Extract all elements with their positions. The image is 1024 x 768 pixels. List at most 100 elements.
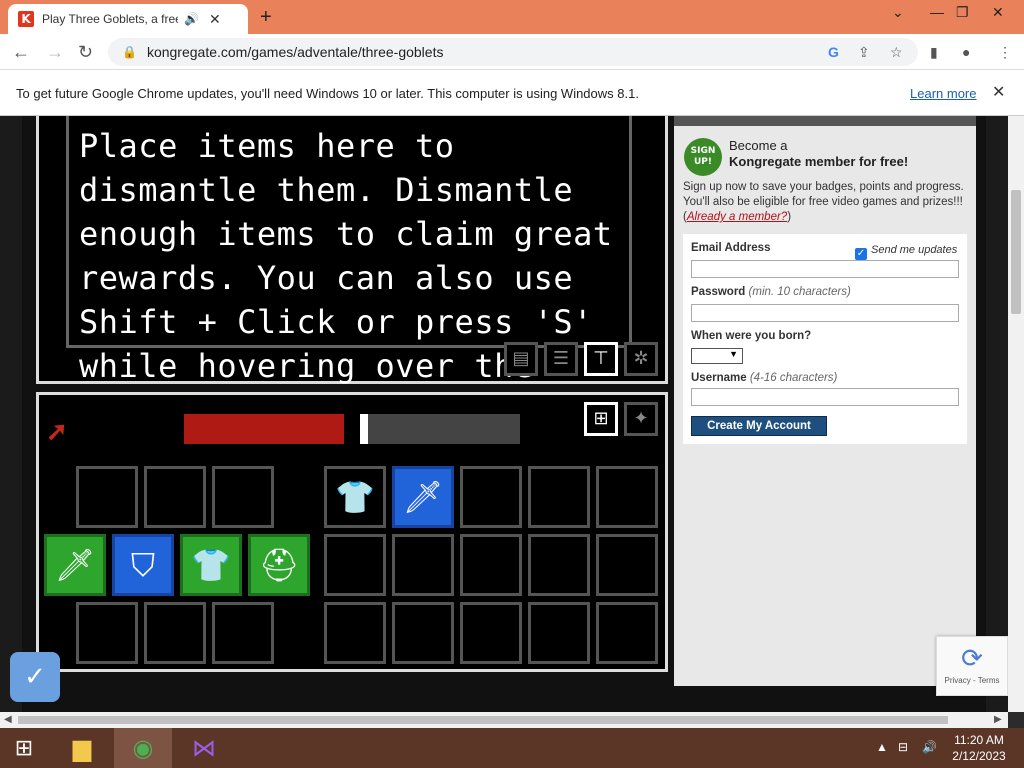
send-updates-checkbox[interactable]: ✓: [855, 248, 867, 260]
reload-icon[interactable]: ↻: [78, 42, 93, 63]
speaker-icon[interactable]: 🔊: [184, 12, 199, 26]
star-icon[interactable]: ✦: [624, 402, 658, 436]
recaptcha-badge[interactable]: ⟳ Privacy - Terms: [936, 636, 1008, 696]
progress-marker: [360, 414, 368, 444]
clock-time: 11:20 AM: [954, 733, 1004, 747]
windows-start-icon[interactable]: ⊞: [0, 728, 48, 768]
inventory-slot[interactable]: [528, 602, 590, 664]
birthdate-select[interactable]: ▼: [691, 348, 743, 364]
inventory-slot[interactable]: [596, 602, 658, 664]
inventory-slot[interactable]: [212, 466, 274, 528]
tooltip-text: Place items here to dismantle them. Dism…: [79, 127, 613, 429]
horizontal-scroll-thumb[interactable]: [18, 716, 948, 724]
network-icon[interactable]: ⊟: [898, 740, 908, 754]
clock-date: 2/12/2023: [952, 749, 1006, 763]
chrome-icon[interactable]: ◉: [114, 728, 172, 768]
learn-more-link[interactable]: Learn more: [910, 86, 976, 101]
forward-arrow-icon[interactable]: →: [46, 42, 64, 63]
browser-toolbar: ← → ↻ 🔒 kongregate.com/games/adventale/t…: [0, 34, 1024, 70]
gear-icon[interactable]: ✲: [624, 342, 658, 376]
inventory-slot[interactable]: 👕: [180, 534, 242, 596]
system-clock[interactable]: 11:20 AM 2/12/2023: [944, 732, 1014, 764]
side-panel-icon[interactable]: ▮: [930, 44, 938, 61]
volume-icon[interactable]: 🔊: [922, 740, 937, 754]
inventory-slot[interactable]: [596, 466, 658, 528]
inventory-slot[interactable]: [460, 534, 522, 596]
password-label: Password (min. 10 characters): [691, 286, 851, 298]
recaptcha-text[interactable]: Privacy - Terms: [937, 676, 1007, 685]
kongregate-favicon-icon: K: [18, 11, 34, 27]
infobar-message: To get future Google Chrome updates, you…: [16, 86, 639, 101]
inventory-slot[interactable]: [144, 602, 206, 664]
inventory-slot[interactable]: [76, 466, 138, 528]
close-window-button[interactable]: ✕: [992, 4, 1004, 21]
scroll-left-arrow-icon[interactable]: ◀: [4, 714, 12, 725]
inventory-slot[interactable]: [392, 534, 454, 596]
inventory-slot[interactable]: [460, 602, 522, 664]
lock-icon: 🔒: [122, 45, 137, 59]
list-icon[interactable]: ▤: [504, 342, 538, 376]
scroll-right-arrow-icon[interactable]: ▶: [994, 714, 1002, 725]
browser-tab[interactable]: K Play Three Goblets, a free on 🔊 ✕: [8, 4, 248, 34]
signup-form: Email Address ✓ Send me updates Password…: [683, 234, 967, 444]
signup-badge-icon: SIGN UP!: [684, 138, 722, 176]
infobar-close-icon[interactable]: ✕: [992, 82, 1005, 102]
tab-list-icon[interactable]: ⌄: [892, 4, 904, 21]
visual-studio-icon[interactable]: ⋈: [180, 728, 228, 768]
inventory-slot[interactable]: [324, 534, 386, 596]
inventory-slot[interactable]: ⛑: [248, 534, 310, 596]
menu-icon[interactable]: ☰: [544, 342, 578, 376]
password-field[interactable]: [691, 304, 959, 322]
username-field[interactable]: [691, 388, 959, 406]
password-hint: (min. 10 characters): [748, 286, 851, 298]
minimize-button[interactable]: —: [930, 4, 944, 20]
share-icon[interactable]: ⇪: [858, 44, 870, 61]
birthdate-label: When were you born?: [691, 330, 812, 342]
arrows-icon: ➚: [46, 416, 68, 446]
file-explorer-icon[interactable]: ▆: [58, 728, 106, 768]
new-tab-button[interactable]: +: [260, 6, 272, 29]
inventory-slot[interactable]: [392, 602, 454, 664]
become-text: Become a: [729, 138, 788, 153]
send-updates-label: Send me updates: [871, 244, 958, 256]
signup-description: Sign up now to save your badges, points …: [683, 181, 964, 223]
anvil-icon[interactable]: ⊤: [584, 342, 618, 376]
restore-button[interactable]: ❐: [956, 4, 969, 21]
already-member-link[interactable]: Already a member?: [687, 211, 787, 223]
inventory-slot[interactable]: ⛉: [112, 534, 174, 596]
tab-close-icon[interactable]: ✕: [209, 11, 221, 28]
inventory-slot[interactable]: [212, 602, 274, 664]
inventory-slot[interactable]: [460, 466, 522, 528]
inventory-slot[interactable]: 🗡: [392, 466, 454, 528]
inventory-slot[interactable]: 👕: [324, 466, 386, 528]
inventory-slot[interactable]: [528, 466, 590, 528]
vertical-scrollbar[interactable]: [1008, 116, 1024, 712]
email-field[interactable]: [691, 260, 959, 278]
page-content: Place items here to dismantle them. Dism…: [0, 116, 1008, 712]
grid-icon[interactable]: ⊞: [584, 402, 618, 436]
inventory-slot[interactable]: [528, 534, 590, 596]
google-icon[interactable]: G: [828, 44, 839, 60]
inventory-slot[interactable]: [324, 602, 386, 664]
menu-dots-icon[interactable]: ⋮: [998, 44, 1012, 61]
create-account-button[interactable]: Create My Account: [691, 416, 827, 436]
inventory-slot[interactable]: [144, 466, 206, 528]
show-hidden-icons-icon[interactable]: ▲: [876, 740, 888, 754]
progress-bar-fill: [184, 414, 344, 444]
security-shield-icon[interactable]: ✓: [10, 652, 60, 702]
title-bar: K Play Three Goblets, a free on 🔊 ✕ + ⌄ …: [0, 0, 1024, 34]
back-arrow-icon[interactable]: ←: [12, 42, 30, 63]
password-label-text: Password: [691, 286, 746, 298]
inventory-slot[interactable]: 🗡: [44, 534, 106, 596]
address-bar[interactable]: 🔒 kongregate.com/games/adventale/three-g…: [108, 38, 918, 66]
profile-avatar-icon[interactable]: ●: [962, 44, 970, 60]
vertical-scroll-thumb[interactable]: [1011, 190, 1021, 314]
horizontal-scrollbar[interactable]: ◀ ▶: [0, 712, 1008, 728]
star-bookmark-icon[interactable]: ☆: [890, 44, 903, 61]
inventory-slot[interactable]: [76, 602, 138, 664]
username-label-text: Username: [691, 372, 747, 384]
sidebar-tabs[interactable]: [674, 116, 976, 126]
member-text: Kongregate member for free!: [729, 154, 909, 169]
inventory-slot[interactable]: [596, 534, 658, 596]
sword-icon: 🗡: [54, 546, 96, 584]
